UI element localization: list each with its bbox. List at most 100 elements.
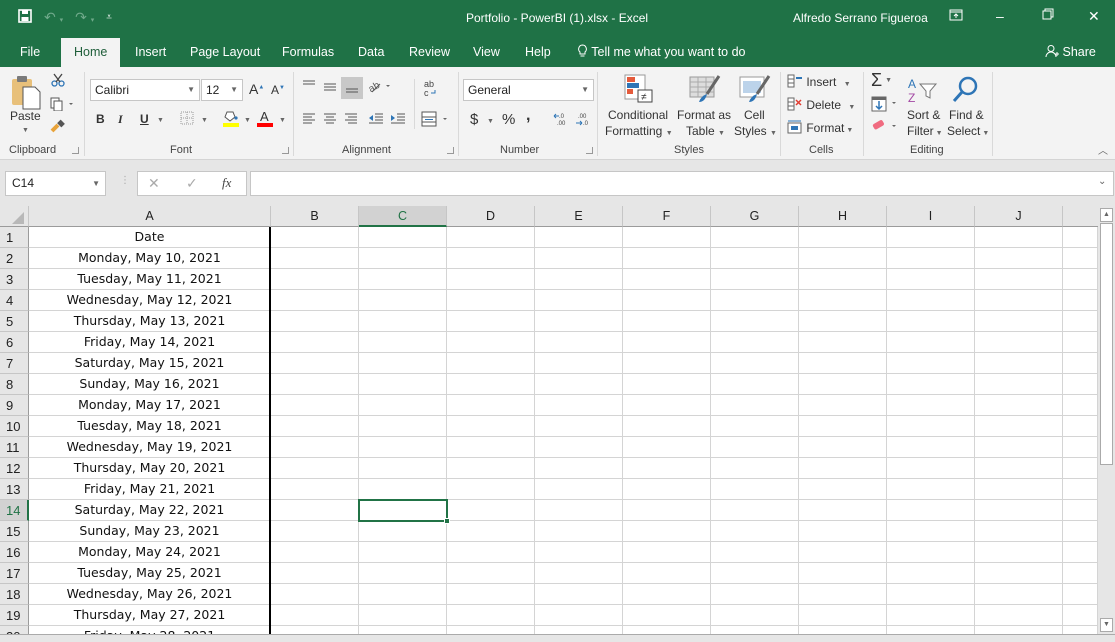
cell-k14[interactable] — [1063, 500, 1098, 521]
cell-g17[interactable] — [711, 563, 799, 584]
cell-h19[interactable] — [799, 605, 887, 626]
row-header[interactable]: 16 — [0, 542, 29, 563]
cell-c9[interactable] — [359, 395, 447, 416]
cell-g5[interactable] — [711, 311, 799, 332]
cell-i11[interactable] — [887, 437, 975, 458]
column-header-i[interactable]: I — [887, 206, 975, 227]
cell-h10[interactable] — [799, 416, 887, 437]
formula-input[interactable] — [250, 171, 1114, 196]
cell-c1[interactable] — [359, 227, 447, 248]
cell-g1[interactable] — [711, 227, 799, 248]
cell-d7[interactable] — [447, 353, 535, 374]
tab-page-layout[interactable]: Page Layout — [188, 38, 262, 67]
sort-filter-label-2[interactable]: Filter ▼ — [907, 124, 943, 138]
cell-f2[interactable] — [623, 248, 711, 269]
cell-c10[interactable] — [359, 416, 447, 437]
cell-i12[interactable] — [887, 458, 975, 479]
cell-f3[interactable] — [623, 269, 711, 290]
conditional-formatting-label-1[interactable]: Conditional — [608, 108, 668, 122]
cell-f14[interactable] — [623, 500, 711, 521]
cell-j19[interactable] — [975, 605, 1063, 626]
decrease-font-size-icon[interactable]: A▼ — [271, 83, 285, 97]
font-dialog-launcher[interactable] — [282, 147, 289, 154]
cell-b5[interactable] — [271, 311, 359, 332]
cell-g2[interactable] — [711, 248, 799, 269]
fill-handle[interactable] — [444, 518, 450, 524]
cell-b14[interactable] — [271, 500, 359, 521]
cell-h20[interactable] — [799, 626, 887, 634]
cell-j10[interactable] — [975, 416, 1063, 437]
expand-formula-bar-icon[interactable]: ⌄ — [1098, 176, 1106, 187]
cell-g7[interactable] — [711, 353, 799, 374]
cell-j16[interactable] — [975, 542, 1063, 563]
font-color-icon[interactable]: A — [257, 109, 273, 130]
cell-d12[interactable] — [447, 458, 535, 479]
borders-icon[interactable] — [180, 111, 194, 128]
format-as-table-label-2[interactable]: Table ▼ — [686, 124, 725, 138]
cell-f8[interactable] — [623, 374, 711, 395]
column-header-d[interactable]: D — [447, 206, 535, 227]
cell-j15[interactable] — [975, 521, 1063, 542]
row-header[interactable]: 7 — [0, 353, 29, 374]
cell-k4[interactable] — [1063, 290, 1098, 311]
increase-decimal-icon[interactable]: .0.00 — [553, 112, 569, 129]
cell-b18[interactable] — [271, 584, 359, 605]
row-header[interactable]: 3 — [0, 269, 29, 290]
cell-h2[interactable] — [799, 248, 887, 269]
tab-review[interactable]: Review — [407, 38, 452, 67]
cell-k17[interactable] — [1063, 563, 1098, 584]
font-name-select[interactable]: Calibri ▼ — [90, 79, 200, 101]
cell-d2[interactable] — [447, 248, 535, 269]
cell-d9[interactable] — [447, 395, 535, 416]
cell-i10[interactable] — [887, 416, 975, 437]
font-size-select[interactable]: 12 ▼ — [201, 79, 243, 101]
scroll-up-button[interactable]: ▲ — [1100, 208, 1113, 222]
cell-a20[interactable]: Friday, May 28, 2021 — [29, 626, 271, 634]
cell-i3[interactable] — [887, 269, 975, 290]
copy-icon[interactable] — [50, 97, 74, 114]
cell-d8[interactable] — [447, 374, 535, 395]
comma-style-button[interactable]: , — [526, 107, 530, 125]
cell-h3[interactable] — [799, 269, 887, 290]
cell-g20[interactable] — [711, 626, 799, 634]
cell-d11[interactable] — [447, 437, 535, 458]
cell-i1[interactable] — [887, 227, 975, 248]
insert-cells-button[interactable]: Insert ▼ — [787, 74, 851, 89]
cell-e4[interactable] — [535, 290, 623, 311]
save-icon[interactable] — [18, 9, 32, 26]
customize-qat-icon[interactable]: ⩡ — [106, 12, 112, 23]
row-header[interactable]: 19 — [0, 605, 29, 626]
tab-help[interactable]: Help — [523, 38, 553, 67]
cell-a13[interactable]: Friday, May 21, 2021 — [29, 479, 271, 500]
tab-view[interactable]: View — [471, 38, 502, 67]
cell-b7[interactable] — [271, 353, 359, 374]
format-painter-icon[interactable] — [50, 119, 66, 136]
tab-insert[interactable]: Insert — [133, 38, 168, 67]
cell-h4[interactable] — [799, 290, 887, 311]
cell-d17[interactable] — [447, 563, 535, 584]
cell-f5[interactable] — [623, 311, 711, 332]
cell-g16[interactable] — [711, 542, 799, 563]
cell-c17[interactable] — [359, 563, 447, 584]
column-header-c[interactable]: C — [359, 206, 447, 227]
cell-e5[interactable] — [535, 311, 623, 332]
active-cell-selection[interactable] — [358, 499, 448, 522]
cell-e14[interactable] — [535, 500, 623, 521]
cell-c19[interactable] — [359, 605, 447, 626]
cell-d16[interactable] — [447, 542, 535, 563]
cell-f11[interactable] — [623, 437, 711, 458]
cell-j3[interactable] — [975, 269, 1063, 290]
conditional-formatting-icon[interactable]: ≠ — [624, 74, 654, 107]
cell-a15[interactable]: Sunday, May 23, 2021 — [29, 521, 271, 542]
cell-e19[interactable] — [535, 605, 623, 626]
cell-g11[interactable] — [711, 437, 799, 458]
cell-d14[interactable] — [447, 500, 535, 521]
row-header[interactable]: 15 — [0, 521, 29, 542]
cell-a9[interactable]: Monday, May 17, 2021 — [29, 395, 271, 416]
cell-h17[interactable] — [799, 563, 887, 584]
cut-icon[interactable] — [51, 73, 65, 90]
row-header[interactable]: 5 — [0, 311, 29, 332]
cell-k19[interactable] — [1063, 605, 1098, 626]
format-cells-button[interactable]: Format ▼ — [787, 120, 853, 135]
cell-c4[interactable] — [359, 290, 447, 311]
